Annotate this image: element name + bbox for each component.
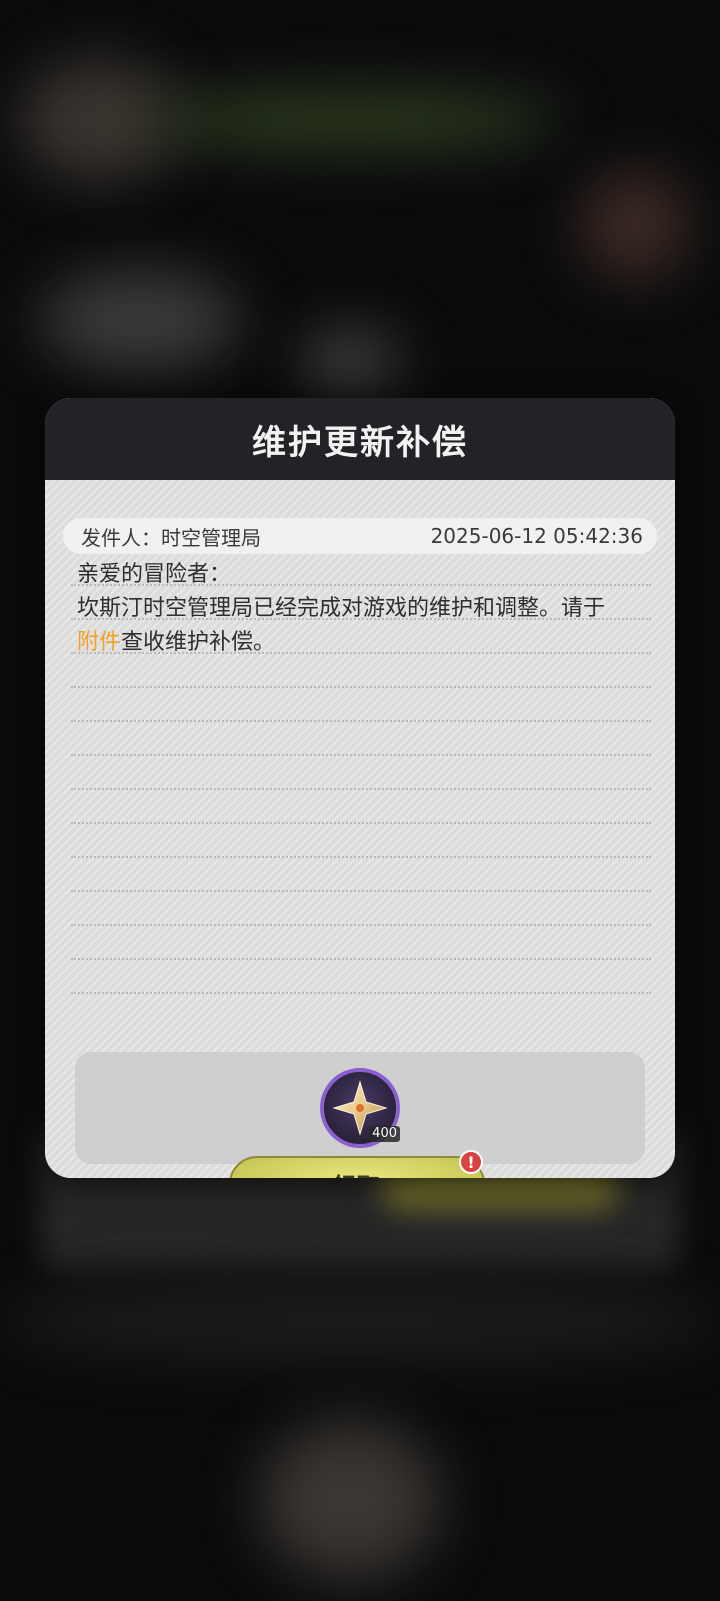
- bg-blob: [300, 330, 400, 390]
- bg-blob: [260, 1420, 440, 1580]
- mail-dialog: 维护更新补偿 发件人： 时空管理局 2025-06-12 05:42:36 亲爱…: [45, 398, 675, 1178]
- ruled-line: [71, 958, 651, 960]
- ruled-line: [71, 890, 651, 892]
- ruled-line: [71, 584, 651, 586]
- mail-timestamp: 2025-06-12 05:42:36: [430, 524, 643, 548]
- mail-body-line: 坎斯汀时空管理局已经完成对游戏的维护和调整。请于: [77, 596, 606, 621]
- ruled-line: [71, 992, 651, 994]
- ruled-line: [71, 754, 651, 756]
- sender-name: 时空管理局: [161, 525, 261, 550]
- ruled-line: [71, 686, 651, 688]
- bg-blob: [0, 1280, 720, 1360]
- attachment-box: 400: [75, 1052, 645, 1164]
- ruled-line: [71, 924, 651, 926]
- bg-blob: [580, 170, 690, 280]
- mail-greeting: 亲爱的冒险者：: [77, 562, 232, 587]
- sender-label: 发件人：: [81, 525, 161, 550]
- dialog-header: 维护更新补偿: [45, 398, 675, 480]
- mail-body-line: 附件查收维护补偿。: [77, 626, 647, 660]
- dialog-body: 发件人： 时空管理局 2025-06-12 05:42:36 亲爱的冒险者： 坎…: [45, 480, 675, 1178]
- bg-blob: [140, 90, 560, 150]
- ruled-line: [71, 822, 651, 824]
- dialog-title: 维护更新补偿: [252, 422, 468, 463]
- alert-icon: !: [459, 1150, 483, 1174]
- ruled-line: [71, 618, 651, 620]
- claim-button[interactable]: 领取: [229, 1156, 485, 1178]
- ruled-line: [71, 788, 651, 790]
- ruled-line: [71, 720, 651, 722]
- attachment-item[interactable]: 400: [320, 1068, 400, 1148]
- claim-button-label: 领取: [332, 1167, 382, 1178]
- ruled-line: [71, 652, 651, 654]
- mail-meta-bar: 发件人： 时空管理局 2025-06-12 05:42:36: [63, 518, 657, 554]
- mail-content: 亲爱的冒险者： 坎斯汀时空管理局已经完成对游戏的维护和调整。请于 附件查收维护补…: [77, 558, 647, 660]
- ruled-line: [71, 856, 651, 858]
- attachment-count: 400: [369, 1126, 400, 1142]
- bg-blob: [40, 270, 240, 370]
- sender: 发件人： 时空管理局: [81, 522, 261, 551]
